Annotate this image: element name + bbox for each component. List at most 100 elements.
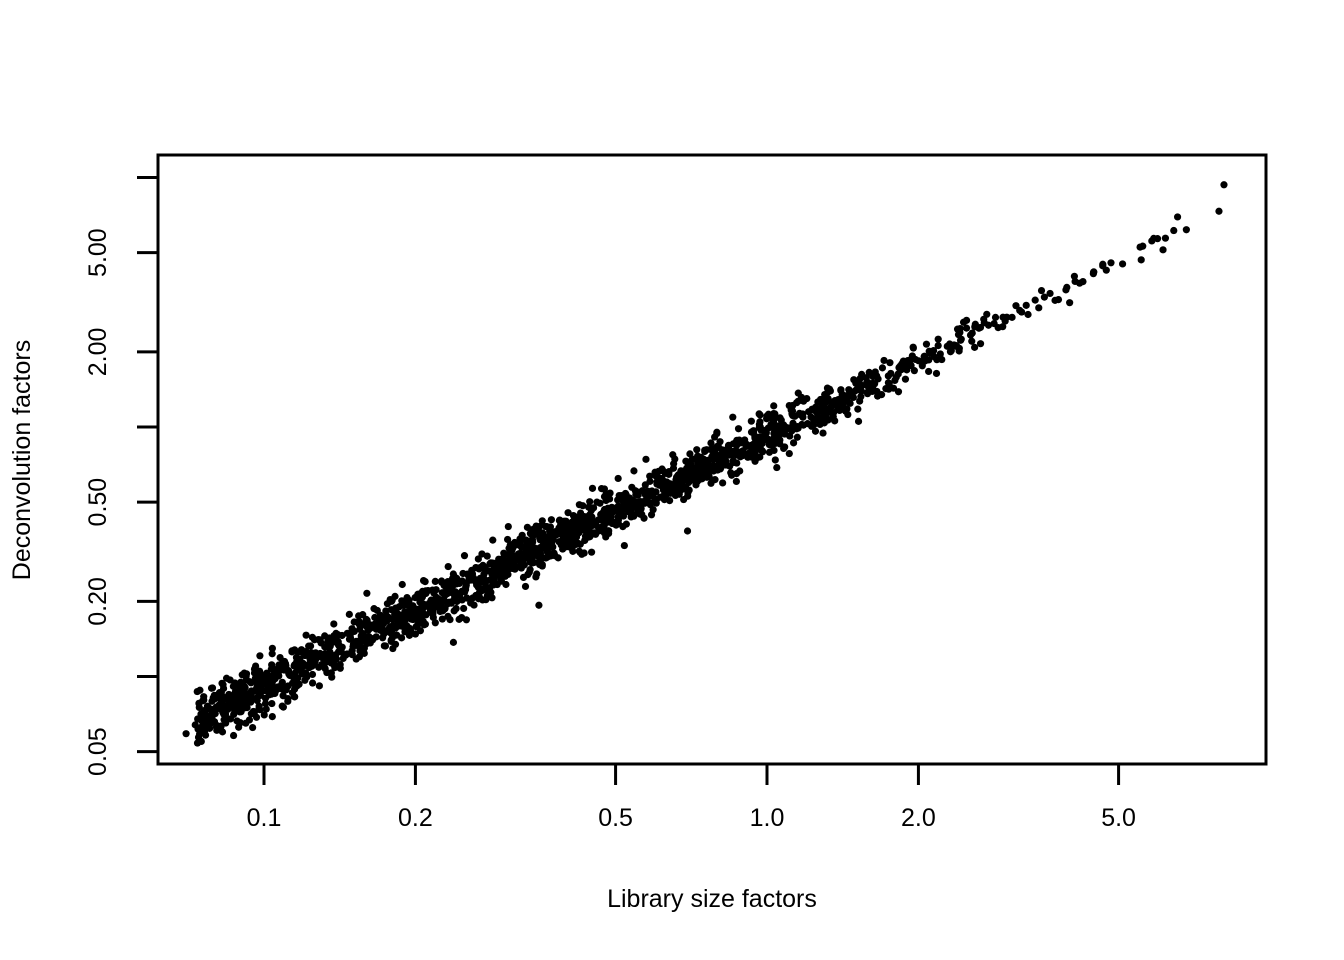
data-point xyxy=(375,613,383,621)
data-point xyxy=(586,531,594,539)
data-point xyxy=(889,384,898,392)
data-point xyxy=(382,607,390,615)
data-point xyxy=(976,340,985,348)
data-point xyxy=(216,689,224,697)
data-point xyxy=(887,369,895,378)
data-point xyxy=(293,658,301,666)
data-point xyxy=(894,370,902,378)
data-point xyxy=(732,470,741,478)
figure-background xyxy=(0,0,1344,960)
x-tick-label: 1.0 xyxy=(750,804,785,832)
data-point xyxy=(195,703,203,712)
data-point xyxy=(793,399,801,407)
data-point xyxy=(661,490,669,498)
x-tick-label: 0.1 xyxy=(247,804,282,832)
data-point xyxy=(738,447,746,455)
data-point xyxy=(760,434,768,443)
data-point xyxy=(968,337,976,345)
data-point xyxy=(580,516,588,524)
data-point xyxy=(414,590,422,598)
data-point xyxy=(240,704,248,712)
data-point xyxy=(205,714,213,722)
data-point xyxy=(694,452,702,460)
data-point-outlier xyxy=(729,413,737,421)
data-point xyxy=(538,529,546,537)
data-point xyxy=(504,570,512,579)
data-point xyxy=(1118,260,1127,268)
data-point xyxy=(683,464,691,472)
data-point xyxy=(684,489,692,497)
data-point xyxy=(308,679,317,687)
y-tick-label: 0.20 xyxy=(84,577,112,626)
data-point xyxy=(206,721,214,729)
data-point xyxy=(1031,296,1039,304)
data-point xyxy=(334,638,342,646)
data-point xyxy=(462,581,470,589)
data-point-outlier xyxy=(411,630,420,638)
data-point xyxy=(301,676,309,684)
data-point xyxy=(460,552,469,560)
data-point xyxy=(458,613,466,622)
data-point-outlier xyxy=(229,731,238,740)
data-point xyxy=(753,443,761,451)
data-point xyxy=(315,663,323,671)
data-point xyxy=(307,649,316,657)
scatter-plot-figure: 0.1 0.2 0.5 1.0 2.0 5.0 0.05 0.20 0.50 2.00 5.00 … xyxy=(0,0,1344,960)
data-point xyxy=(770,435,778,443)
data-point xyxy=(446,615,454,624)
data-point xyxy=(398,580,406,589)
data-point xyxy=(419,576,428,585)
data-point xyxy=(429,610,437,618)
data-point xyxy=(1040,293,1048,301)
data-point xyxy=(392,604,400,612)
data-point xyxy=(197,737,205,746)
data-point xyxy=(315,682,323,690)
data-point xyxy=(884,379,892,387)
data-point xyxy=(863,388,872,396)
data-point xyxy=(279,692,287,700)
data-point xyxy=(487,559,495,567)
data-point xyxy=(756,418,764,426)
data-point xyxy=(831,396,839,405)
data-point xyxy=(308,662,316,670)
data-point xyxy=(499,565,507,573)
data-point xyxy=(732,477,740,486)
data-point xyxy=(228,692,236,700)
x-tick-label: 0.2 xyxy=(398,804,433,832)
data-point xyxy=(628,483,636,491)
data-point xyxy=(903,366,911,374)
data-point xyxy=(642,455,650,463)
data-point xyxy=(415,610,423,619)
data-point xyxy=(864,379,872,387)
data-point xyxy=(824,416,832,424)
data-point xyxy=(764,410,773,418)
data-point xyxy=(854,405,862,413)
data-point xyxy=(489,536,497,544)
data-point xyxy=(680,495,688,504)
data-point xyxy=(795,409,804,417)
x-axis-title: Library size factors xyxy=(607,885,817,913)
data-point xyxy=(1182,226,1190,234)
data-point xyxy=(549,532,557,540)
data-point xyxy=(345,610,353,618)
data-point xyxy=(1139,242,1147,250)
data-point xyxy=(405,631,414,639)
data-point xyxy=(412,623,420,631)
data-point xyxy=(878,364,887,372)
data-point xyxy=(618,510,626,518)
data-point xyxy=(1022,301,1030,309)
data-point xyxy=(932,369,941,378)
data-point xyxy=(431,619,439,627)
data-point xyxy=(770,446,778,454)
data-point xyxy=(669,451,677,459)
data-point xyxy=(317,639,325,647)
data-point-outlier xyxy=(504,522,512,531)
data-point xyxy=(700,459,708,467)
data-point xyxy=(785,449,793,458)
data-point xyxy=(511,565,519,573)
data-point xyxy=(518,531,526,539)
data-point xyxy=(719,479,727,487)
data-point xyxy=(1090,268,1098,276)
data-point xyxy=(554,554,562,562)
data-point xyxy=(405,597,413,605)
